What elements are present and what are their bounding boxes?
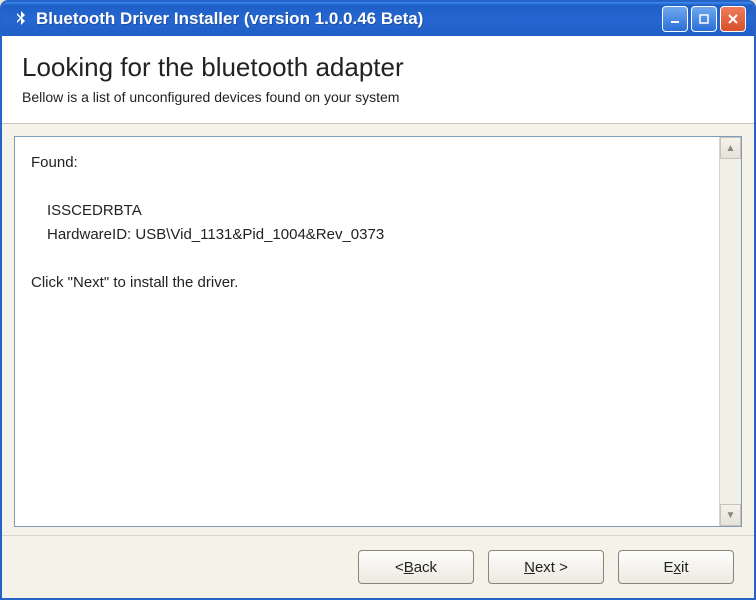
titlebar: Bluetooth Driver Installer (version 1.0.… [2, 2, 754, 36]
maximize-button[interactable] [691, 6, 717, 32]
chevron-up-icon: ▲ [726, 143, 736, 154]
scroll-down-button[interactable]: ▼ [720, 504, 741, 526]
device-list-box: Found: ISSCEDRBTA HardwareID: USB\Vid_11… [14, 136, 742, 527]
page-title: Looking for the bluetooth adapter [22, 52, 734, 83]
next-button[interactable]: Next > [488, 550, 604, 584]
close-button[interactable] [720, 6, 746, 32]
scrollbar[interactable]: ▲ ▼ [719, 137, 741, 526]
bluetooth-icon [12, 10, 30, 28]
exit-button[interactable]: Exit [618, 550, 734, 584]
device-list-text: Found: ISSCEDRBTA HardwareID: USB\Vid_11… [15, 137, 719, 526]
page-subtitle: Bellow is a list of unconfigured devices… [22, 89, 734, 105]
content-area: Found: ISSCEDRBTA HardwareID: USB\Vid_11… [2, 124, 754, 535]
back-button[interactable]: < Back [358, 550, 474, 584]
device-name: ISSCEDRBTA [31, 199, 703, 223]
window-controls [662, 6, 746, 32]
scroll-track[interactable] [720, 159, 741, 504]
hardware-id-label: HardwareID: [47, 226, 131, 243]
window-title: Bluetooth Driver Installer (version 1.0.… [36, 9, 662, 29]
chevron-down-icon: ▼ [726, 510, 736, 521]
hardware-id-value: USB\Vid_1131&Pid_1004&Rev_0373 [135, 226, 384, 243]
instruction-text: Click "Next" to install the driver. [31, 271, 703, 295]
hardware-id: HardwareID: USB\Vid_1131&Pid_1004&Rev_03… [31, 223, 703, 247]
found-label: Found: [31, 151, 703, 175]
installer-window: Bluetooth Driver Installer (version 1.0.… [0, 0, 756, 600]
button-row: < Back Next > Exit [2, 535, 754, 598]
scroll-up-button[interactable]: ▲ [720, 137, 741, 159]
minimize-button[interactable] [662, 6, 688, 32]
wizard-header: Looking for the bluetooth adapter Bellow… [2, 36, 754, 124]
